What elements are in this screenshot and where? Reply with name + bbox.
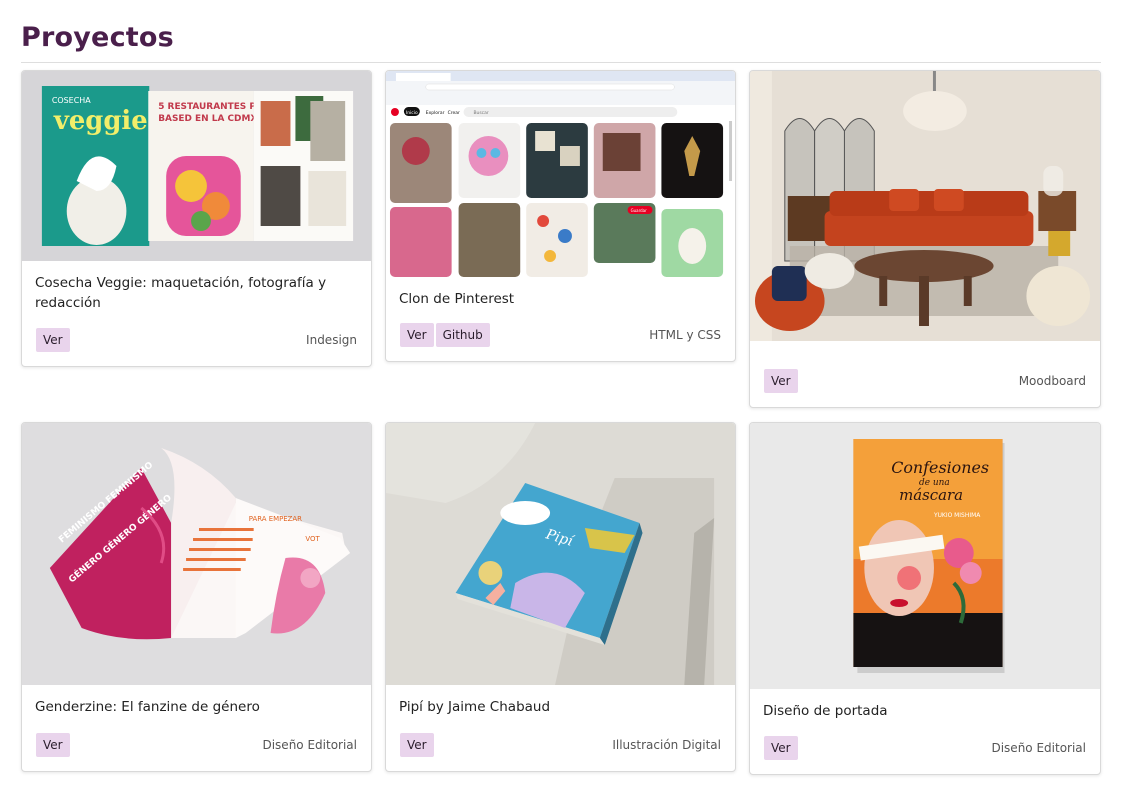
ver-button[interactable]: Ver (36, 733, 70, 757)
magazine-spread-image: COSECHA veggie 5 RESTAURANTES PLANT BASE… (22, 71, 371, 261)
pin-search: Buscar (473, 110, 488, 116)
project-tech: Diseño Editorial (262, 738, 357, 752)
project-card-portada: Confesiones de una máscara YUKIO MISHIMA… (749, 422, 1101, 775)
ver-button[interactable]: Ver (400, 323, 434, 347)
project-tech: Illustración Digital (612, 738, 721, 752)
zine-heading: PARA EMPEZAR (249, 515, 302, 523)
book-cover-image: Confesiones de una máscara YUKIO MISHIMA (750, 423, 1100, 689)
cover-kicker: COSECHA (52, 96, 91, 105)
zine-vot: VOT (305, 535, 320, 543)
title-divider (21, 62, 1101, 63)
project-card-pipi: Pipí Pipí by Jaime Chabaud Ver Illustrac… (385, 422, 736, 772)
pin-crear: Crear (448, 110, 460, 116)
fanzine-image: FEMINISMO FEMINISMO GÉNERO GÉNERO GÉNERO… (22, 423, 371, 685)
ver-button[interactable]: Ver (764, 369, 798, 393)
project-title: Pipí by Jaime Chabaud (399, 699, 551, 715)
svg-text:BASED EN LA CDMX: BASED EN LA CDMX (158, 114, 257, 124)
project-title: Cosecha Veggie: maquetación, fotografía … (35, 275, 327, 311)
project-title: Clon de Pinterest (399, 291, 515, 307)
project-card-genderzine: FEMINISMO FEMINISMO GÉNERO GÉNERO GÉNERO… (21, 422, 372, 772)
cover-title: veggie (53, 106, 148, 136)
project-title: Diseño de portada (763, 703, 888, 719)
ver-button[interactable]: Ver (36, 328, 70, 352)
github-button[interactable]: Github (435, 323, 490, 347)
project-tech: Indesign (306, 333, 357, 347)
pin-explorar: Explorar (426, 110, 445, 116)
project-title: Genderzine: El fanzine de género (35, 699, 260, 715)
project-card-cosecha-veggie: COSECHA veggie 5 RESTAURANTES PLANT BASE… (21, 70, 372, 367)
project-card-pinterest: Inicio Explorar Crear Buscar Guardar Clo… (385, 70, 736, 362)
ver-button[interactable]: Ver (764, 736, 798, 760)
pin-inicio: Inicio (406, 110, 418, 116)
project-tech: HTML y CSS (649, 328, 721, 342)
moodboard-image (750, 71, 1100, 341)
project-card-moodboard: Ver Moodboard (749, 70, 1101, 408)
cover-word-1: Confesiones (891, 458, 989, 477)
project-tech: Diseño Editorial (991, 741, 1086, 755)
pipi-book-image: Pipí (386, 423, 735, 685)
project-tech: Moodboard (1018, 374, 1086, 388)
pinterest-screenshot-image: Inicio Explorar Crear Buscar Guardar (386, 71, 735, 277)
page-title: Proyectos (21, 22, 174, 53)
cover-author: YUKIO MISHIMA (933, 512, 981, 519)
pin-guardar: Guardar (631, 208, 647, 213)
cover-word-3: máscara (899, 486, 963, 504)
ver-button[interactable]: Ver (400, 733, 434, 757)
